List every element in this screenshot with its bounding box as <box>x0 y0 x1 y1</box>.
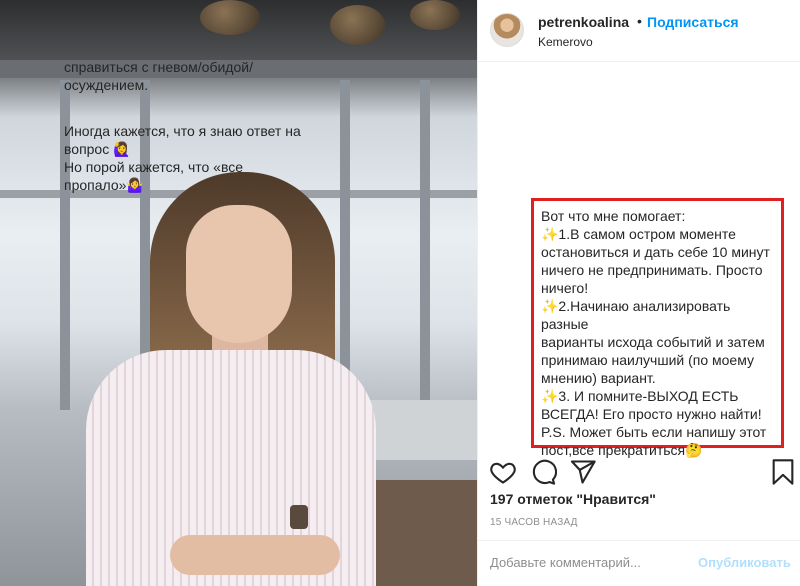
photo-window-frame <box>340 80 350 410</box>
bookmark-icon[interactable] <box>769 458 797 486</box>
publish-comment-button[interactable]: Опубликовать <box>698 555 791 570</box>
caption-line: ВСЕГДА! Его просто нужно найти! <box>541 406 762 422</box>
photo-watch <box>290 505 308 529</box>
comment-form: Опубликовать <box>477 540 800 586</box>
caption-line: ничего не предпринимать. Просто <box>541 262 763 278</box>
share-icon[interactable] <box>569 458 597 486</box>
photo-table-wood <box>360 480 477 586</box>
comment-input[interactable] <box>490 555 690 570</box>
caption-text-highlighted: Вот что мне помогает: ✨1.В самом остром … <box>541 207 779 459</box>
follow-button[interactable]: Подписаться <box>647 14 739 30</box>
photo-lamp <box>410 0 460 30</box>
caption-line: Но порой кажется, что «все <box>64 159 244 175</box>
separator-dot: • <box>637 13 642 29</box>
caption-scroll-area[interactable]: справиться с гневом/обидой/ осуждением. … <box>64 62 314 447</box>
caption-line: ✨2.Начинаю анализировать разные <box>541 298 731 332</box>
caption-line: принимаю наилучший (по моему <box>541 352 755 368</box>
photo-lamp <box>330 5 385 45</box>
caption-line: осуждением. <box>64 77 149 93</box>
caption-line: ✨1.В самом остром моменте <box>541 226 736 242</box>
caption-text-top: справиться с гневом/обидой/ осуждением. … <box>64 62 301 194</box>
caption-line: пропало»🤷‍♀ <box>64 177 144 193</box>
caption-line: мнению) вариант. <box>541 370 656 386</box>
likes-count[interactable]: 197 отметок "Нравится" <box>490 491 656 507</box>
caption-line: справиться с гневом/обидой/ <box>64 62 253 75</box>
caption-line: Иногда кажется, что я знаю ответ на <box>64 123 301 139</box>
caption-line: P.S. Может быть если напишу этот <box>541 424 767 440</box>
action-bar <box>477 453 800 493</box>
caption-line: вопрос 🙋‍♀ <box>64 141 131 157</box>
avatar[interactable] <box>490 13 524 47</box>
heart-icon[interactable] <box>489 458 517 486</box>
caption-line: Вот что мне помогает: <box>541 208 686 224</box>
caption-line: ничего! <box>541 280 589 296</box>
comment-icon[interactable] <box>529 458 558 486</box>
caption-line: варианты исхода событий и затем <box>541 334 765 350</box>
photo-lamp <box>200 0 260 35</box>
caption-line: остановиться и дать себе 10 минут <box>541 244 770 260</box>
post-header: petrenkoalina • Подписаться Kemerovo <box>478 0 800 62</box>
location-link[interactable]: Kemerovo <box>538 35 593 49</box>
caption-line: ✨3. И помните-ВЫХОД ЕСТЬ <box>541 388 739 404</box>
caption-line <box>64 94 301 112</box>
post-timestamp[interactable]: 15 ЧАСОВ НАЗАД <box>490 517 578 528</box>
photo-hands <box>170 535 340 575</box>
photo-window-frame <box>420 80 430 410</box>
username-link[interactable]: petrenkoalina <box>538 14 629 30</box>
